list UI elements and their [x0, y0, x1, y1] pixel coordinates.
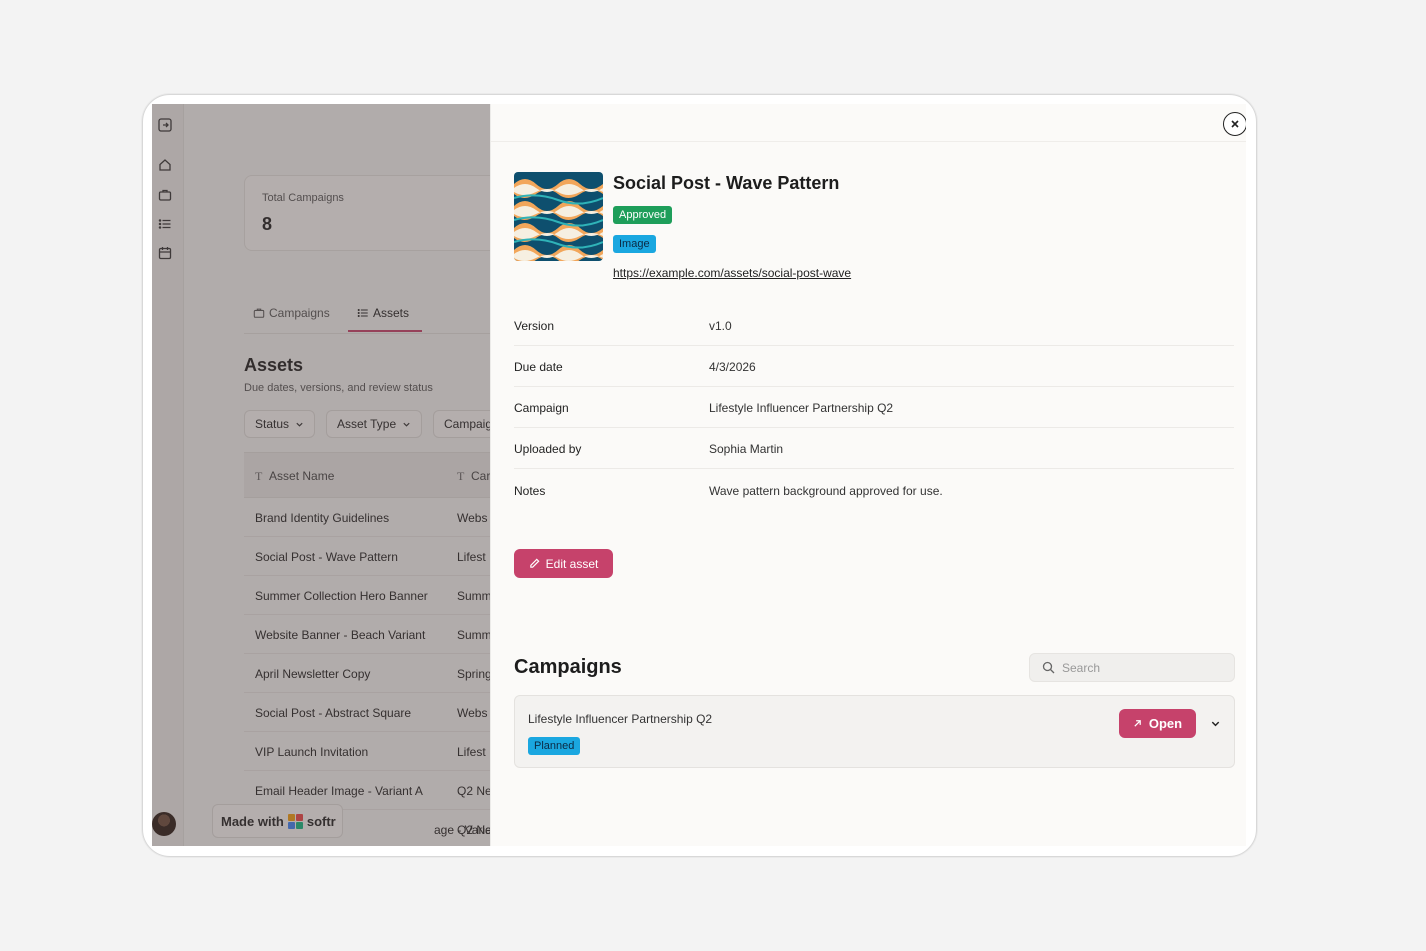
stat-value: 8 [262, 214, 273, 234]
detail-value: 4/3/2026 [709, 360, 756, 374]
asset-url-link[interactable]: https://example.com/assets/social-post-w… [613, 266, 851, 280]
detail-label: Campaign [514, 401, 569, 415]
campaigns-search[interactable] [1029, 653, 1235, 682]
asset-type-filter[interactable]: Asset Type [326, 410, 423, 438]
text-type-icon: T [457, 469, 465, 483]
detail-label: Notes [514, 484, 546, 498]
detail-value: v1.0 [709, 319, 732, 333]
detail-label: Version [514, 319, 555, 333]
table-row[interactable]: Social Post - Wave Pattern Lifest [244, 537, 490, 576]
column-asset-name[interactable]: T Asset Name [255, 469, 334, 484]
sidebar-toggle-icon[interactable] [158, 118, 172, 132]
chevron-down-icon [296, 422, 303, 427]
campaign-card[interactable]: Lifestyle Influencer Partnership Q2 Plan… [514, 695, 1235, 768]
detail-value: Wave pattern background approved for use… [709, 484, 943, 498]
detail-row-due-date: Due date 4/3/2026 [514, 346, 1234, 387]
assets-table-header: T Asset Name T Car [244, 452, 490, 498]
total-campaigns-card: Total Campaigns 8 [244, 175, 490, 251]
list-icon [357, 308, 368, 318]
made-with-label: Made with [221, 813, 284, 829]
campaign-filter[interactable]: Campaig [433, 410, 490, 438]
active-tab-indicator [348, 330, 422, 332]
campaigns-section-title: Campaigns [514, 656, 622, 678]
status-filter-label: Status [255, 417, 290, 431]
list-icon[interactable] [158, 217, 172, 231]
edit-asset-label: Edit asset [545, 556, 599, 571]
asset-type-filter-label: Asset Type [337, 417, 397, 431]
type-badge: Image [613, 235, 656, 253]
softr-logo-icon [287, 813, 303, 829]
chevron-down-icon [1211, 721, 1219, 726]
tab-campaigns-label: Campaigns [269, 306, 330, 320]
tab-assets-label: Assets [373, 306, 410, 320]
softr-brand: softr [306, 813, 336, 829]
app-screen: Total Campaigns 8 Campaigns Assets Asset… [152, 104, 1246, 846]
table-row[interactable]: VIP Launch Invitation Lifest [244, 732, 490, 771]
edit-asset-button[interactable]: Edit asset [514, 549, 613, 578]
briefcase-icon [253, 308, 265, 318]
detail-value: Sophia Martin [709, 442, 784, 456]
detail-row-version: Version v1.0 [514, 305, 1234, 346]
pencil-icon [529, 558, 540, 568]
made-with-softr-badge[interactable]: Made with softr [212, 804, 343, 838]
detail-row-uploaded-by: Uploaded by Sophia Martin [514, 428, 1234, 469]
sidebar-rail [152, 104, 184, 846]
arrow-up-right-icon [1134, 720, 1141, 727]
asset-thumbnail [514, 172, 603, 261]
campaign-filter-label: Campaig [444, 417, 490, 431]
background-app: Total Campaigns 8 Campaigns Assets Asset… [152, 104, 490, 846]
detail-label: Uploaded by [514, 442, 582, 456]
asset-detail-panel: Social Post - Wave Pattern Approved Imag… [490, 104, 1246, 846]
avatar[interactable] [152, 812, 176, 836]
detail-row-notes: Notes Wave pattern background approved f… [514, 470, 1234, 511]
detail-value: Lifestyle Influencer Partnership Q2 [709, 401, 894, 415]
close-button[interactable] [1223, 112, 1246, 136]
table-row[interactable]: Brand Identity Guidelines Webs [244, 498, 490, 537]
assets-title: Assets [244, 355, 304, 375]
detail-label: Due date [514, 360, 563, 374]
home-icon[interactable] [158, 158, 172, 172]
text-type-icon: T [255, 469, 263, 483]
chevron-down-icon [403, 422, 410, 427]
calendar-icon[interactable] [158, 246, 172, 260]
search-icon [1042, 661, 1055, 674]
view-tabs: Campaigns Assets [244, 304, 490, 334]
briefcase-icon[interactable] [158, 188, 172, 202]
table-row[interactable]: April Newsletter Copy Spring [244, 654, 490, 693]
expand-campaign-button[interactable] [1207, 715, 1223, 731]
tab-assets[interactable]: Assets [357, 306, 409, 320]
table-row[interactable]: Summer Collection Hero Banner Summ [244, 576, 490, 615]
table-row[interactable]: Website Banner - Beach Variant Summ [244, 615, 490, 654]
close-icon [1231, 120, 1239, 128]
campaign-status-badge: Planned [528, 737, 581, 755]
stat-label: Total Campaigns [262, 192, 344, 204]
asset-title: Social Post - Wave Pattern [613, 173, 840, 193]
assets-subtitle: Due dates, versions, and review status [244, 382, 433, 394]
panel-header [491, 104, 1246, 142]
campaign-name: Lifestyle Influencer Partnership Q2 [528, 712, 713, 726]
table-row[interactable]: Social Post - Abstract Square Webs [244, 693, 490, 732]
wave-pattern-image [514, 172, 603, 261]
column-campaign[interactable]: T Car [457, 469, 490, 484]
search-input[interactable] [1062, 660, 1212, 675]
detail-row-campaign: Campaign Lifestyle Influencer Partnershi… [514, 387, 1234, 428]
status-filter[interactable]: Status [244, 410, 316, 438]
open-campaign-button[interactable]: Open [1119, 709, 1196, 738]
tab-campaigns[interactable]: Campaigns [253, 306, 330, 320]
open-label: Open [1148, 716, 1183, 731]
status-badge: Approved [613, 206, 673, 224]
